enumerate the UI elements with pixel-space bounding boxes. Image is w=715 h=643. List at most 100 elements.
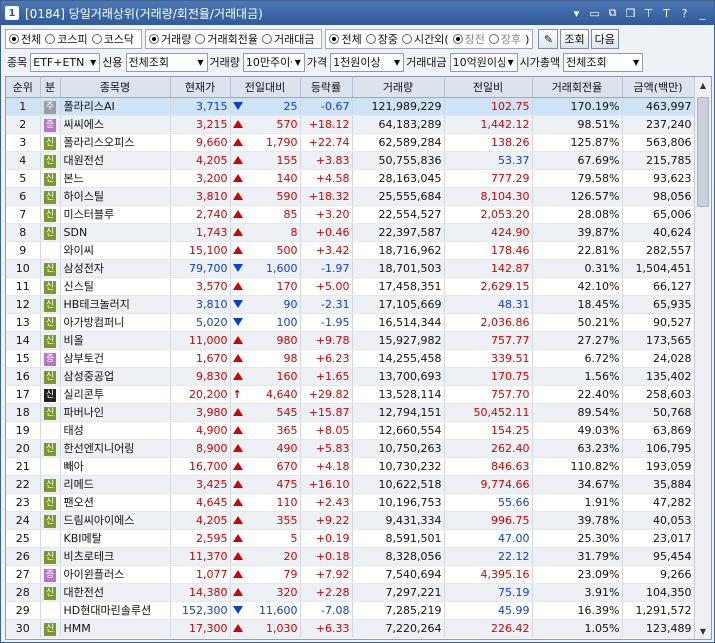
session-post-radio[interactable]: 장후 [488, 31, 521, 47]
table-row[interactable]: 26 신 비츠로테크 11,370 20 +0.18 8,328,056 22.12 31.79… [6, 547, 695, 566]
column-header[interactable]: 분 [40, 77, 61, 98]
column-header[interactable]: 거래량 [352, 77, 445, 98]
scroll-down-icon[interactable]: ▼ [695, 623, 711, 639]
turnover-cell: 67.69% [532, 151, 623, 170]
sort-radio-2[interactable]: 거래대금 [261, 31, 314, 47]
settings-icon[interactable]: ✎ [538, 29, 559, 49]
session-pre-radio[interactable]: 장전 [452, 31, 485, 47]
stock-name-cell: 실리콘투 [60, 385, 171, 404]
table-row[interactable]: 3 신 폴라리스오피스 9,660 1,790 +22.74 62,589,284 138.2… [6, 133, 695, 152]
minimize-icon[interactable]: _ [695, 6, 710, 21]
column-header[interactable]: 현재가 [170, 77, 231, 98]
table-row[interactable]: 28 신 대한전선 14,380 320 +2.28 7,297,221 75.19 3.91%… [6, 583, 695, 602]
scrollbar-thumb[interactable] [697, 97, 709, 207]
table-row[interactable]: 8 신 SDN 1,743 8 +0.46 22,397,587 424.90 39.87% 40… [6, 223, 695, 242]
market-tag-badge: 신 [44, 154, 56, 168]
table-row[interactable]: 29 HD현대마린솔루션 152,300 11,600 -7.08 7,285,219 45… [6, 601, 695, 620]
turnover-cell: 39.78% [532, 511, 623, 530]
column-header[interactable]: 전일비 [444, 77, 533, 98]
table-row[interactable]: 15 증 삼부토건 1,670 98 +6.23 14,255,458 339.51 6.72%… [6, 349, 695, 368]
price-cell: 2,740 [170, 205, 231, 224]
table-row[interactable]: 17 신 실리콘투 20,200 ↑ 4,640 +29.82 13,528,114 757.7… [6, 385, 695, 404]
table-row[interactable]: 24 신 드림씨아이에스 4,205 355 +9.22 9,431,334 996.75 39… [6, 511, 695, 530]
volume-select[interactable]: 10만주이상 ▼ [242, 52, 305, 72]
sort-radio-label: 거래회전율 [207, 33, 258, 46]
rate-cell: +0.46 [300, 223, 353, 242]
table-row[interactable]: 18 신 파버나인 3,980 545 +15.87 12,794,151 50,452.11… [6, 403, 695, 422]
table-row[interactable]: 19 태성 4,900 365 +8.05 12,660,554 154.25 49.03% 6… [6, 421, 695, 440]
column-header[interactable]: 금액(백만) [622, 77, 695, 98]
column-header[interactable]: 거래회전율 [532, 77, 623, 98]
scroll-up-icon[interactable]: ▲ [695, 77, 711, 93]
font-icon[interactable]: T [659, 6, 674, 21]
column-header[interactable]: 등락률 [300, 77, 353, 98]
table-row[interactable]: 23 신 팬오션 4,645 110 +2.43 10,196,753 55.66 1.91% 4… [6, 493, 695, 512]
pin-icon[interactable]: ⊤ [641, 6, 656, 21]
table-row[interactable]: 20 신 한선엔지니어링 8,900 490 +5.83 10,750,263 262.40 6… [6, 439, 695, 458]
session-afterhours-radio[interactable]: 시간외( [401, 31, 449, 47]
table-row[interactable]: 25 KBI메탈 2,595 5 +0.19 8,591,501 47.00 25.30% 23… [6, 529, 695, 548]
rank-cell: 24 [6, 511, 41, 530]
table-row[interactable]: 2 증 씨씨에스 3,215 570 +18.12 64,183,289 1,442.12 98… [6, 115, 695, 134]
price-select[interactable]: 1천원이상 ▼ [330, 52, 405, 72]
table-row[interactable]: 27 증 아이윈플러스 1,077 79 +7.92 7,540,694 4,395.16 23… [6, 565, 695, 584]
amount-select[interactable]: 10억원이상 ▼ [449, 52, 518, 72]
amount-cell: 40,624 [622, 223, 695, 242]
table-row[interactable]: 12 신 HB테크놀러지 3,810 90 -2.31 17,105,669 48.31 18.… [6, 295, 695, 314]
dropdown-icon[interactable]: ▾ [569, 6, 584, 21]
sort-radio-0[interactable]: 거래량 [149, 31, 191, 47]
table-row[interactable]: 14 신 비올 11,000 980 +9.78 15,927,982 757.77 27.27… [6, 331, 695, 350]
market-radio-1[interactable]: 코스피 [45, 31, 88, 47]
rate-cell: +18.32 [300, 187, 353, 206]
table-row[interactable]: 6 신 하이스틸 3,810 590 +18.32 25,555,684 8,104.30 12… [6, 187, 695, 206]
tag-cell: 신 [40, 493, 61, 512]
table-row[interactable]: 7 신 미스터블루 2,740 85 +3.20 22,554,527 2,053.20 28.… [6, 205, 695, 224]
market-radio-2[interactable]: 코스닥 [91, 31, 134, 47]
table-row[interactable]: 4 신 대원전선 4,205 155 +3.83 50,755,836 53.37 67.69%… [6, 151, 695, 170]
tag-cell [40, 529, 61, 548]
table-row[interactable]: 30 신 HMM 17,300 1,030 +6.33 7,220,264 226.42 1.0… [6, 619, 695, 638]
column-header[interactable]: 전일대비 [230, 77, 301, 98]
table-row[interactable]: 1 주 폴라리스AI 3,715 25 -0.67 121,989,229 102.75 170… [6, 97, 695, 116]
market-tag-badge: 신 [44, 280, 56, 294]
session-all-radio[interactable]: 전체 [329, 31, 362, 47]
table-row[interactable]: 10 신 삼성전자 79,700 1,600 -1.97 18,701,503 142.87 0… [6, 259, 695, 278]
column-header[interactable]: 순위 [6, 77, 41, 98]
link-icon[interactable]: ⧉ [605, 6, 620, 21]
item-select[interactable]: ETF+ETN 제 ▼ [30, 52, 101, 72]
up-triangle-icon [232, 516, 243, 524]
rank-cell: 30 [6, 619, 41, 638]
turnover-cell: 110.82% [532, 457, 623, 476]
table-row[interactable]: 22 신 리메드 3,425 475 +16.10 10,622,518 9,774.66 34… [6, 475, 695, 494]
vertical-scrollbar[interactable]: ▲ ▼ [694, 77, 711, 639]
table-row[interactable]: 11 신 신스틸 3,570 170 +5.00 17,458,351 2,629.15 42.… [6, 277, 695, 296]
table-row[interactable]: 13 신 아가방컴퍼니 5,020 100 -1.95 16,514,344 2,036.86… [6, 313, 695, 332]
column-header[interactable]: 종목명 [60, 77, 171, 98]
table-row[interactable]: 9 와이씨 15,100 500 +3.42 18,716,962 178.46 22.81%… [6, 241, 695, 260]
tag-cell: 신 [40, 475, 61, 494]
up-triangle-icon [232, 336, 243, 344]
change-value: 8 [290, 225, 298, 239]
table-row[interactable]: 16 신 삼성중공업 9,830 160 +1.65 13,700,693 170.75 1.5… [6, 367, 695, 386]
next-button[interactable]: 다음 [590, 29, 619, 49]
change-cell: 475 [230, 475, 301, 494]
table-row[interactable]: 5 신 본느 3,200 140 +4.58 28,163,045 777.29 79.58% 9… [6, 169, 695, 188]
memo-icon[interactable]: ▭ [587, 6, 602, 21]
stock-name-cell: 한선엔지니어링 [60, 439, 171, 458]
table-row[interactable]: 21 빼아 16,700 670 +4.18 10,730,232 846.63 110.82… [6, 457, 695, 476]
session-regular-radio[interactable]: 장중 [365, 31, 398, 47]
rank-cell: 28 [6, 583, 41, 602]
cap-select[interactable]: 전체조회 ▼ [563, 52, 644, 72]
tag-cell: 신 [40, 511, 61, 530]
stock-name-cell: 리메드 [60, 475, 171, 494]
credit-select[interactable]: 전체조회 ▼ [125, 52, 208, 72]
copy-icon[interactable]: ❐ [623, 6, 638, 21]
stock-name-cell: 아이윈플러스 [60, 565, 171, 584]
query-button[interactable]: 조회 [560, 29, 589, 49]
turnover-cell: 126.57% [532, 187, 623, 206]
amount-cell: 93,623 [622, 169, 695, 188]
sort-radio-1[interactable]: 거래회전율 [195, 31, 258, 47]
market-radio-0[interactable]: 전체 [9, 31, 41, 47]
help-icon[interactable]: ? [677, 6, 692, 21]
tag-cell: 신 [40, 367, 61, 386]
